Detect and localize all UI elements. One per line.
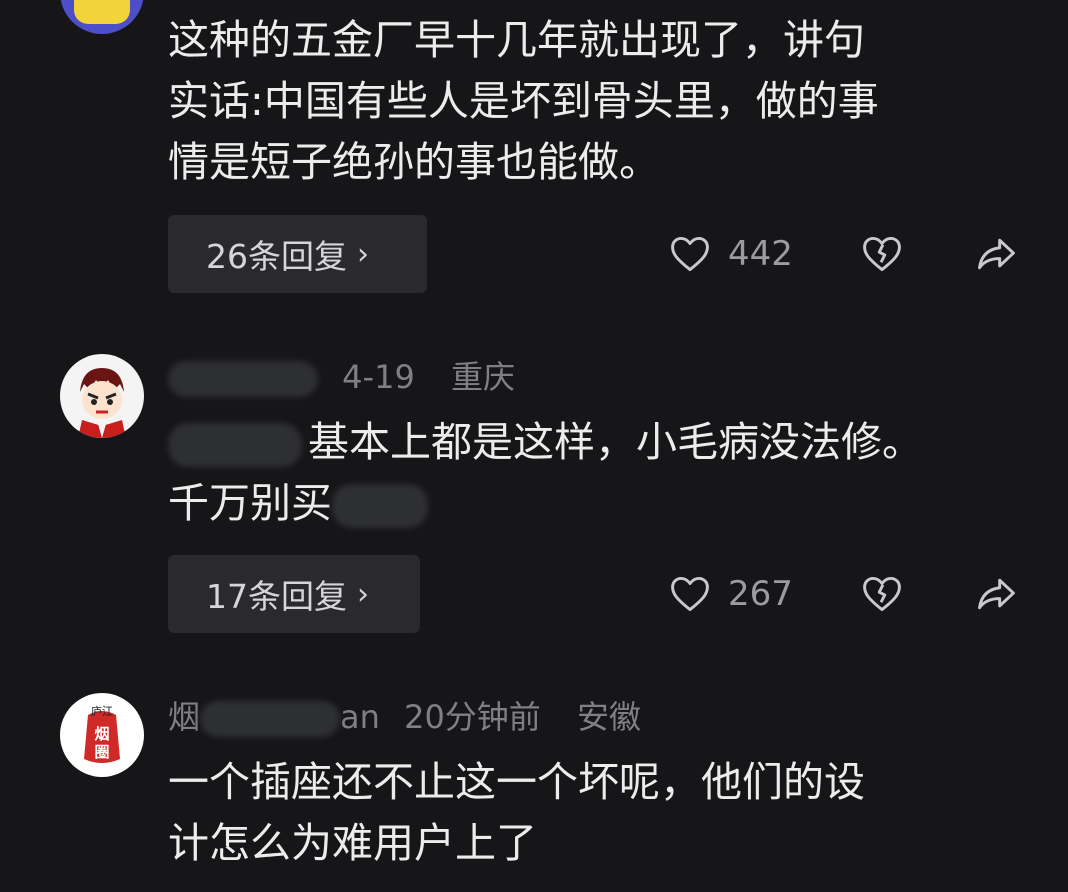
like-count: 267 [728,574,793,614]
share-button[interactable] [974,572,1018,616]
comment-meta: 4-19 重庆 [168,357,515,397]
avatar[interactable]: 庐江 烟 圈 [60,693,144,777]
view-replies-button[interactable]: 17条回复 › [168,555,420,633]
comment-location: 安徽 [576,698,641,736]
comment-text-line: 计怎么为难用户上了 [168,819,537,867]
redacted-mention [168,423,302,467]
replies-label: 26条回复 [206,237,347,276]
broken-heart-icon [863,576,901,612]
yellow-emoji-icon [74,0,130,24]
replies-label: 17条回复 [206,577,347,616]
username-prefix: 烟 [168,698,201,736]
share-arrow-icon [978,238,1015,270]
share-button[interactable] [974,232,1018,276]
like-button[interactable]: 267 [668,572,793,616]
redacted-brand [332,484,428,528]
cartoon-face-icon [78,368,126,438]
username-suffix: an [340,698,380,736]
dislike-button[interactable] [860,572,904,616]
like-count: 442 [728,234,793,274]
comment-meta: 烟 an 20分钟前 安徽 [168,697,641,737]
svg-text:圈: 圈 [94,743,109,761]
avatar[interactable] [60,0,144,34]
comment-text: 这种的五金厂早十几年就出现了，讲句 实话:中国有些人是坏到骨头里，做的事 情是短… [168,10,1028,193]
red-seal-logo: 庐江 烟 圈 [84,704,120,763]
comment-location: 重庆 [450,358,515,396]
comment-text-line: 基本上都是这样，小毛病没法修。 [168,412,1028,473]
comment-text-line: 千万别买 [168,473,1028,534]
svg-text:庐江: 庐江 [91,704,113,718]
comment-text-line: 实话:中国有些人是坏到骨头里，做的事 [168,77,879,125]
redacted-username [168,361,318,397]
dislike-button[interactable] [860,232,904,276]
comment-text: 一个插座还不止这一个坏呢，他们的设 计怎么为难用户上了 [168,752,1028,874]
heart-outline-icon [671,576,709,612]
comment-text-line: 情是短子绝孙的事也能做。 [168,138,660,186]
heart-outline-icon [671,236,709,272]
redacted-username [200,701,341,737]
view-replies-button[interactable]: 26条回复 › [168,215,427,293]
comment-text: 基本上都是这样，小毛病没法修。 千万别买 [168,412,1028,534]
avatar[interactable] [60,354,144,438]
share-arrow-icon [978,578,1015,610]
like-button[interactable]: 442 [668,232,793,276]
comment-time: 4-19 [342,358,415,396]
comment-time: 20分钟前 [404,698,541,736]
comment-text-line: 一个插座还不止这一个坏呢，他们的设 [168,758,865,806]
comment-text-line: 这种的五金厂早十几年就出现了，讲句 [168,16,865,64]
chevron-right-icon: › [357,576,369,612]
chevron-right-icon: › [357,236,369,272]
svg-text:烟: 烟 [94,725,109,743]
broken-heart-icon [863,236,901,272]
